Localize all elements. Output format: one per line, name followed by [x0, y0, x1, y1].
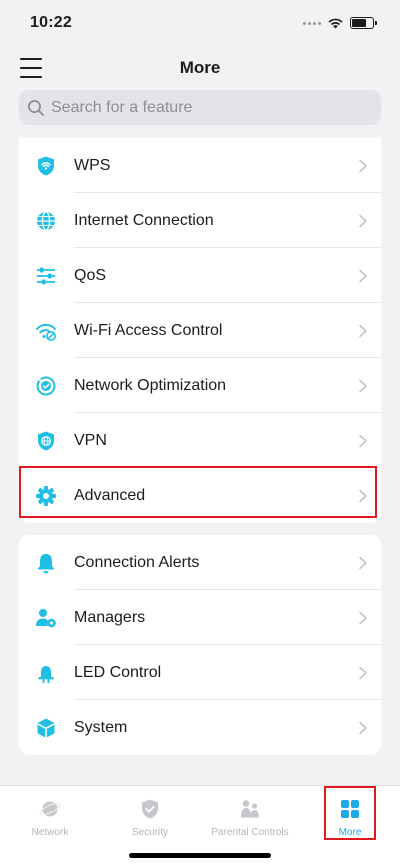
gear-icon — [35, 485, 57, 507]
row-label: WPS — [74, 156, 111, 174]
row-advanced[interactable]: Advanced — [19, 468, 381, 523]
row-label: Managers — [74, 608, 146, 626]
globe-icon — [35, 210, 57, 232]
status-time: 10:22 — [30, 14, 72, 31]
shield-check-icon — [142, 799, 158, 819]
vpn-shield-icon — [35, 430, 57, 452]
led-icon — [35, 662, 57, 684]
menu-line — [20, 58, 42, 61]
tab-security[interactable]: Security — [122, 786, 178, 838]
row-label: Advanced — [74, 486, 146, 504]
row-managers[interactable]: Managers — [19, 590, 381, 645]
row-connection-alerts[interactable]: Connection Alerts — [19, 535, 381, 590]
chevron-right-icon — [358, 324, 368, 338]
row-vpn[interactable]: VPN — [19, 413, 381, 468]
tab-parental-controls[interactable]: Parental Controls — [196, 786, 304, 838]
tab-label: Security — [131, 827, 169, 838]
wifi-icon — [328, 18, 343, 29]
header: More — [0, 48, 400, 88]
chevron-right-icon — [358, 214, 368, 228]
battery-icon — [350, 17, 377, 29]
row-wifi-access-control[interactable]: Wi-Fi Access Control — [19, 303, 381, 358]
row-qos[interactable]: QoS — [19, 248, 381, 303]
row-label: VPN — [74, 431, 107, 449]
search-bar[interactable] — [19, 90, 381, 125]
row-system[interactable]: System — [19, 700, 381, 755]
row-label: Connection Alerts — [74, 553, 200, 571]
bell-icon — [35, 552, 57, 574]
search-input[interactable] — [51, 90, 381, 125]
chevron-right-icon — [358, 379, 368, 393]
chevron-right-icon — [358, 489, 368, 503]
menu-line — [20, 75, 42, 78]
chevron-right-icon — [358, 434, 368, 448]
optimization-icon — [35, 375, 57, 397]
grid-icon — [341, 800, 359, 818]
hamburger-menu-button[interactable] — [20, 58, 42, 78]
row-label: Internet Connection — [74, 211, 214, 229]
chevron-right-icon — [358, 159, 368, 173]
status-icons — [303, 17, 377, 29]
signal-dots-icon — [303, 21, 321, 25]
search-icon — [28, 99, 44, 116]
chevron-right-icon — [358, 269, 368, 283]
planet-icon — [39, 801, 61, 817]
chevron-right-icon — [358, 556, 368, 570]
status-bar: 10:22 — [0, 0, 400, 46]
tab-label: More — [338, 827, 362, 838]
tab-more[interactable]: More — [326, 786, 374, 838]
sliders-icon — [35, 265, 57, 287]
row-label: LED Control — [74, 663, 162, 681]
managers-icon — [35, 607, 57, 629]
wifi-block-icon — [35, 320, 57, 342]
tab-label: Parental Controls — [211, 827, 289, 838]
wps-shield-icon — [35, 155, 57, 177]
chevron-right-icon — [358, 721, 368, 735]
row-label: Wi-Fi Access Control — [74, 321, 223, 339]
features-list: WPS Internet Connection QoS Wi-Fi Access… — [19, 138, 381, 523]
chevron-right-icon — [358, 666, 368, 680]
cube-icon — [35, 717, 57, 739]
home-indicator — [129, 853, 271, 858]
settings-list: Connection Alerts Managers LED Control S… — [19, 535, 381, 755]
row-led-control[interactable]: LED Control — [19, 645, 381, 700]
row-network-optimization[interactable]: Network Optimization — [19, 358, 381, 413]
menu-line — [20, 66, 42, 70]
tab-network[interactable]: Network — [22, 786, 78, 838]
chevron-right-icon — [358, 611, 368, 625]
row-label: System — [74, 718, 128, 736]
row-internet-connection[interactable]: Internet Connection — [19, 193, 381, 248]
row-label: QoS — [74, 266, 107, 284]
family-icon — [241, 800, 259, 818]
page-title: More — [179, 58, 221, 77]
tab-label: Network — [31, 827, 69, 838]
row-wps[interactable]: WPS — [19, 138, 381, 193]
row-label: Network Optimization — [74, 376, 227, 394]
